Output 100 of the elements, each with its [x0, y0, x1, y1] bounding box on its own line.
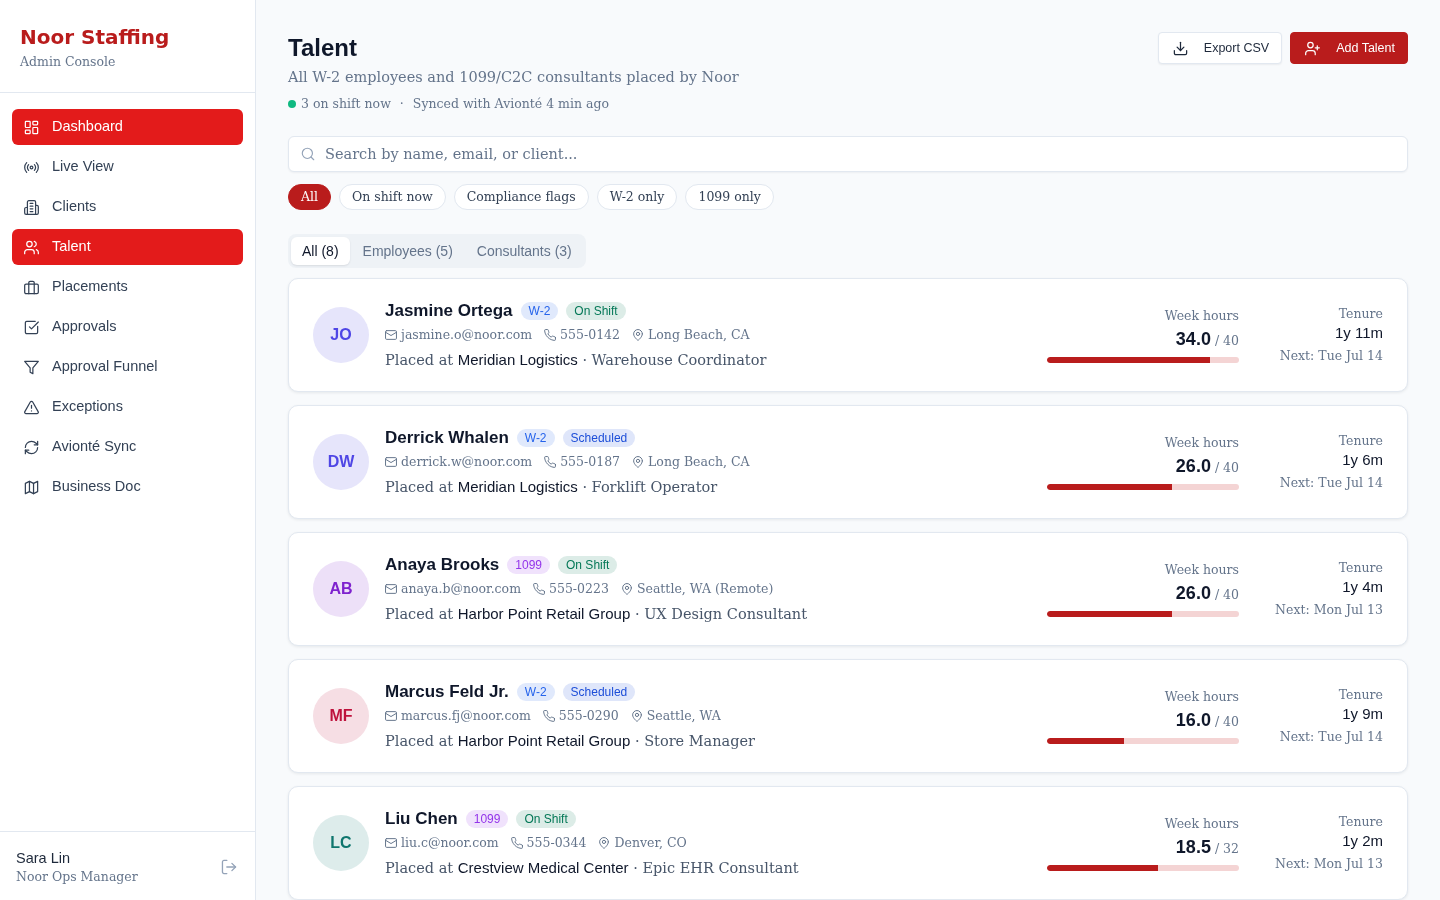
filter-chip[interactable]: Compliance flags	[453, 184, 589, 210]
briefcase-icon	[24, 279, 39, 295]
talent-name: Liu Chen	[385, 807, 458, 830]
brand-title: Noor Staffing	[20, 24, 171, 51]
filter-chip[interactable]: W-2 only	[596, 184, 678, 210]
email-text: jasmine.o@noor.com	[401, 325, 533, 344]
sidebar-item[interactable]: Approvals	[12, 309, 243, 345]
placement-text: Placed at Meridian Logistics · Forklift Operator	[385, 476, 719, 497]
tenure-value: 1y 6m	[1341, 449, 1383, 470]
search-icon	[301, 147, 315, 161]
mail-icon	[385, 709, 397, 722]
hours-max: / 40	[1214, 713, 1239, 729]
sync-status-text: Synced with Avionté 4 min ago	[412, 95, 609, 113]
avatar: MF	[313, 687, 369, 744]
phone-icon	[544, 328, 557, 341]
sidebar-item[interactable]: Exceptions	[12, 389, 243, 425]
hours-max: / 32	[1214, 840, 1239, 856]
warning-icon	[24, 399, 39, 415]
talent-name: Marcus Feld Jr.	[385, 680, 509, 703]
tenure-value: 1y 9m	[1341, 703, 1383, 724]
talent-card[interactable]: JO Jasmine Ortega W-2 On Shift jasmine.o@noor.com 555-0142 Long Beach, CA Placed at Meridian Logistics · Warehouse Coordinator Week hours 34.0 / 40 Tenure 1y 11m Next: Tue Jul 14	[288, 278, 1408, 392]
hours-max: / 40	[1214, 332, 1239, 348]
status-tag: On Shift	[516, 809, 576, 828]
search-field[interactable]: Search by name, email, or client...	[288, 136, 1408, 172]
tenure-value: 1y 4m	[1341, 576, 1383, 597]
next-shift-text: Next: Tue Jul 14	[1278, 727, 1383, 746]
brand-subtitle: Admin Console	[20, 53, 117, 71]
mail-icon	[385, 328, 397, 341]
location-pin-icon	[598, 836, 611, 849]
talent-card[interactable]: LC Liu Chen 1099 On Shift liu.c@noor.com 555-0344 Denver, CO Placed at Crestview Medical Center · Epic EHR Consultant Week hours 18.5 / 32 Tenure 1y 2m Next: Mon Jul 13	[288, 786, 1408, 900]
talent-card[interactable]: DW Derrick Whalen W-2 Scheduled derrick.w@noor.com 555-0187 Long Beach, CA Placed at Meridian Logistics · Forklift Operator Week hours 26.0 / 40 Tenure 1y 6m Next: Tue Jul 14	[288, 405, 1408, 519]
user-role: Noor Ops Manager	[16, 868, 138, 886]
status-tag: On Shift	[558, 555, 618, 574]
broadcast-icon	[24, 159, 39, 175]
sidebar-item[interactable]: Talent	[12, 229, 243, 265]
separator-dot: ·	[398, 95, 405, 113]
type-tag: 1099	[465, 809, 509, 828]
filter-chip[interactable]: 1099 only	[685, 184, 774, 210]
phone-text: 555-0223	[549, 579, 609, 598]
user-plus-icon	[1305, 40, 1321, 56]
export-button[interactable]: Export CSV	[1157, 32, 1283, 64]
talent-card[interactable]: AB Anaya Brooks 1099 On Shift anaya.b@noor.com 555-0223 Seattle, WA (Remote) Placed at Harbor Point Retail Group · UX Design Consultant Week hours 26.0 / 40 Tenure 1y 4m Next: Mon Jul 13	[288, 532, 1408, 646]
status-tag: On Shift	[566, 301, 626, 320]
page-title: Talent	[288, 33, 358, 63]
location-pin-icon	[620, 582, 633, 595]
avatar: AB	[313, 560, 369, 617]
hours-value: 26.0	[1175, 582, 1211, 603]
status-dot-icon	[288, 100, 296, 108]
email-text: marcus.fj@noor.com	[401, 706, 531, 725]
phone-text: 555-0344	[526, 833, 587, 852]
mail-icon	[385, 836, 397, 849]
sidebar-item[interactable]: Business Doc	[12, 469, 243, 505]
on-shift-text: 3 on shift now	[301, 95, 391, 113]
tenure-label: Tenure	[1337, 685, 1383, 704]
users-icon	[24, 239, 39, 255]
location-text: Seattle, WA (Remote)	[636, 579, 774, 598]
sidebar-item[interactable]: Avionté Sync	[12, 429, 243, 465]
mail-icon	[385, 582, 397, 595]
mail-icon	[385, 455, 397, 468]
page-subtitle: All W-2 employees and 1099/C2C consultants placed by Noor	[288, 68, 739, 87]
sidebar-item[interactable]: Live View	[12, 149, 243, 185]
funnel-icon	[24, 359, 39, 375]
refresh-icon	[24, 439, 39, 455]
checkbox-icon	[24, 319, 39, 335]
placement-text: Placed at Crestview Medical Center · Epic EHR Consultant	[385, 857, 800, 878]
filter-chip[interactable]: All	[288, 184, 332, 210]
sidebar-item[interactable]: Placements	[12, 269, 243, 305]
tab[interactable]: Employees (5)	[351, 237, 464, 265]
phone-icon	[510, 836, 523, 849]
location-text: Seattle, WA	[646, 706, 721, 725]
tab[interactable]: Consultants (3)	[465, 237, 583, 265]
location-text: Denver, CO	[614, 833, 687, 852]
tab[interactable]: All (8)	[291, 237, 350, 265]
avatar: LC	[313, 814, 369, 871]
logout-button[interactable]	[221, 859, 237, 875]
location-text: Long Beach, CA	[648, 452, 750, 471]
avatar: DW	[313, 433, 369, 490]
phone-text: 555-0290	[558, 706, 619, 725]
placement-text: Placed at Harbor Point Retail Group · UX Design Consultant	[385, 603, 809, 624]
location-pin-icon	[630, 709, 643, 722]
next-shift-text: Next: Mon Jul 13	[1274, 854, 1383, 873]
tenure-value: 1y 2m	[1341, 830, 1383, 851]
sidebar-item[interactable]: Clients	[12, 189, 243, 225]
hours-value: 26.0	[1175, 455, 1211, 476]
next-shift-text: Next: Mon Jul 13	[1274, 600, 1383, 619]
filter-chip[interactable]: On shift now	[339, 184, 446, 210]
hours-max: / 40	[1214, 459, 1239, 475]
tenure-value: 1y 11m	[1333, 322, 1383, 343]
hours-label: Week hours	[1163, 306, 1239, 325]
hours-label: Week hours	[1163, 814, 1239, 833]
talent-name: Jasmine Ortega	[385, 299, 513, 322]
sidebar-item[interactable]: Dashboard	[12, 109, 243, 145]
building-icon	[24, 199, 39, 215]
add-talent-button[interactable]: Add Talent	[1290, 32, 1408, 64]
talent-card[interactable]: MF Marcus Feld Jr. W-2 Scheduled marcus.fj@noor.com 555-0290 Seattle, WA Placed at Harbor Point Retail Group · Store Manager Week hours 16.0 / 40 Tenure 1y 9m Next: Tue Jul 14	[288, 659, 1408, 773]
next-shift-text: Next: Tue Jul 14	[1278, 473, 1383, 492]
hours-value: 18.5	[1175, 836, 1211, 857]
user-name: Sara Lin	[16, 849, 71, 868]
sidebar-item[interactable]: Approval Funnel	[12, 349, 243, 385]
location-text: Long Beach, CA	[648, 325, 750, 344]
